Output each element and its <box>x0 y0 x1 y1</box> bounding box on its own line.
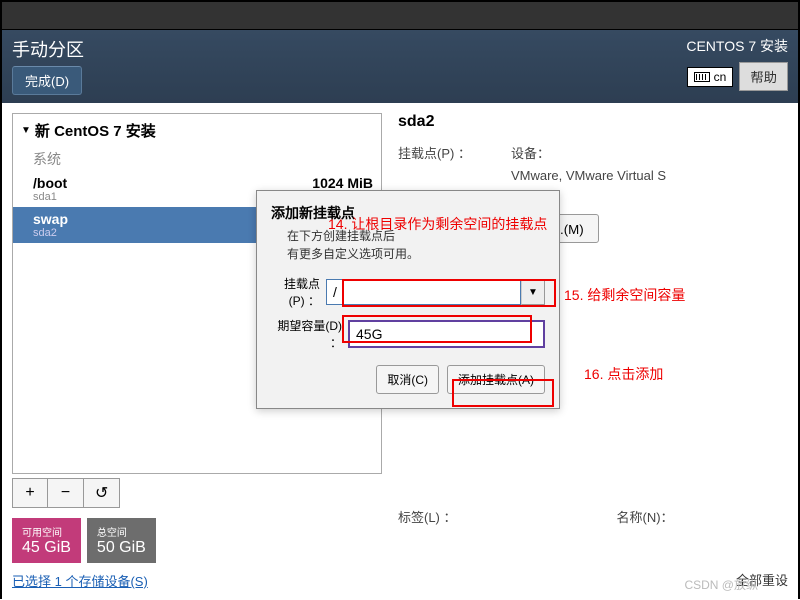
done-button[interactable]: 完成(D) <box>12 66 82 95</box>
window-titlebar <box>2 2 798 30</box>
dialog-desc-1: 在下方创建挂载点后 <box>287 227 545 245</box>
device-heading: 设备： <box>511 143 666 162</box>
header: 手动分区 完成(D) CENTOS 7 安装 cn 帮助 <box>2 30 798 103</box>
install-target-header[interactable]: ▼ 新 CentOS 7 安装 <box>13 114 381 147</box>
add-mount-point-button[interactable]: 添加挂载点(A) <box>447 365 545 394</box>
name-field-label: 名称(N)： <box>617 507 674 526</box>
total-space-box: 总空间 50 GiB <box>87 518 156 563</box>
reload-icon: ↻ <box>95 483 108 503</box>
mount-point-label: 挂载点(P) ： <box>398 143 471 162</box>
remove-partition-button[interactable]: − <box>48 478 84 508</box>
cancel-button[interactable]: 取消(C) <box>376 365 439 394</box>
dialog-title: 添加新挂载点 <box>271 203 545 223</box>
mount-point-input[interactable] <box>326 279 521 305</box>
label-field-label: 标签(L) ： <box>398 507 457 526</box>
mount-point-dropdown-button[interactable]: ▼ <box>521 279 545 305</box>
help-button[interactable]: 帮助 <box>739 62 788 91</box>
dialog-mount-label: 挂载点(P) ： <box>271 275 320 309</box>
capacity-input[interactable] <box>348 320 545 348</box>
watermark: CSDN @放纵 <box>684 576 758 593</box>
device-value: VMware, VMware Virtual S <box>511 168 666 183</box>
selected-partition-title: sda2 <box>398 113 780 131</box>
keyboard-layout[interactable]: cn <box>687 67 734 87</box>
install-title: CENTOS 7 安装 <box>686 36 788 56</box>
page-title: 手动分区 <box>12 36 84 62</box>
reload-button[interactable]: ↻ <box>84 478 120 508</box>
add-partition-button[interactable]: + <box>12 478 48 508</box>
add-mount-point-dialog: 添加新挂载点 在下方创建挂载点后 有更多自定义选项可用。 挂载点(P) ： ▼ … <box>256 190 560 409</box>
keyboard-icon <box>694 72 710 82</box>
disclosure-triangle-icon: ▼ <box>21 125 31 136</box>
available-space-box: 可用空间 45 GiB <box>12 518 81 563</box>
dialog-capacity-label: 期望容量(D) ： <box>271 317 342 351</box>
system-section-label: 系统 <box>13 147 381 171</box>
keyboard-lang: cn <box>714 70 727 84</box>
storage-devices-link[interactable]: 已选择 1 个存储设备(S) <box>12 571 382 590</box>
dialog-desc-2: 有更多自定义选项可用。 <box>287 245 545 263</box>
